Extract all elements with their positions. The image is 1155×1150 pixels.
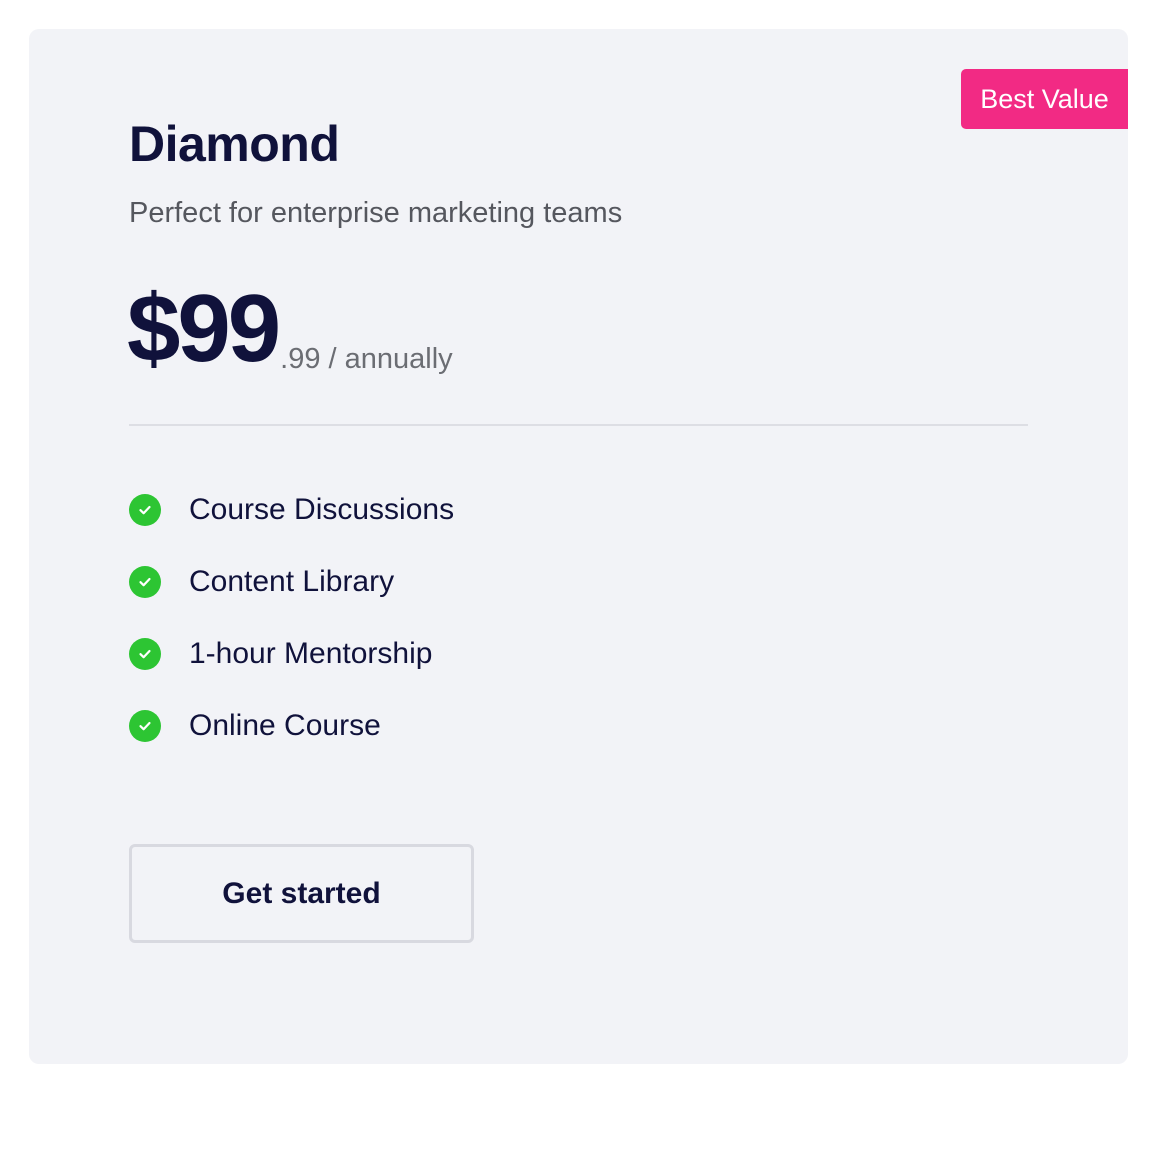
check-circle-icon <box>129 566 161 598</box>
feature-label: Online Course <box>189 709 381 742</box>
feature-item: Course Discussions <box>129 474 454 546</box>
best-value-badge: Best Value <box>961 69 1128 129</box>
plan-title: Diamond <box>129 116 340 172</box>
feature-list: Course Discussions Content Library 1-hou… <box>129 474 454 762</box>
feature-label: Content Library <box>189 565 395 598</box>
check-circle-icon <box>129 638 161 670</box>
feature-label: 1-hour Mentorship <box>189 637 433 670</box>
feature-item: 1-hour Mentorship <box>129 618 454 690</box>
plan-description: Perfect for enterprise marketing teams <box>129 197 623 229</box>
feature-label: Course Discussions <box>189 493 455 526</box>
divider <box>129 424 1028 426</box>
price-amount: $99 <box>127 275 281 382</box>
price: $99 .99 / annually <box>127 277 453 377</box>
check-circle-icon <box>129 494 161 526</box>
get-started-button[interactable]: Get started <box>129 844 474 943</box>
feature-item: Online Course <box>129 690 454 762</box>
price-period: .99 / annually <box>280 343 453 375</box>
pricing-card: Best Value Diamond Perfect for enterpris… <box>29 29 1128 1064</box>
feature-item: Content Library <box>129 546 454 618</box>
check-circle-icon <box>129 710 161 742</box>
